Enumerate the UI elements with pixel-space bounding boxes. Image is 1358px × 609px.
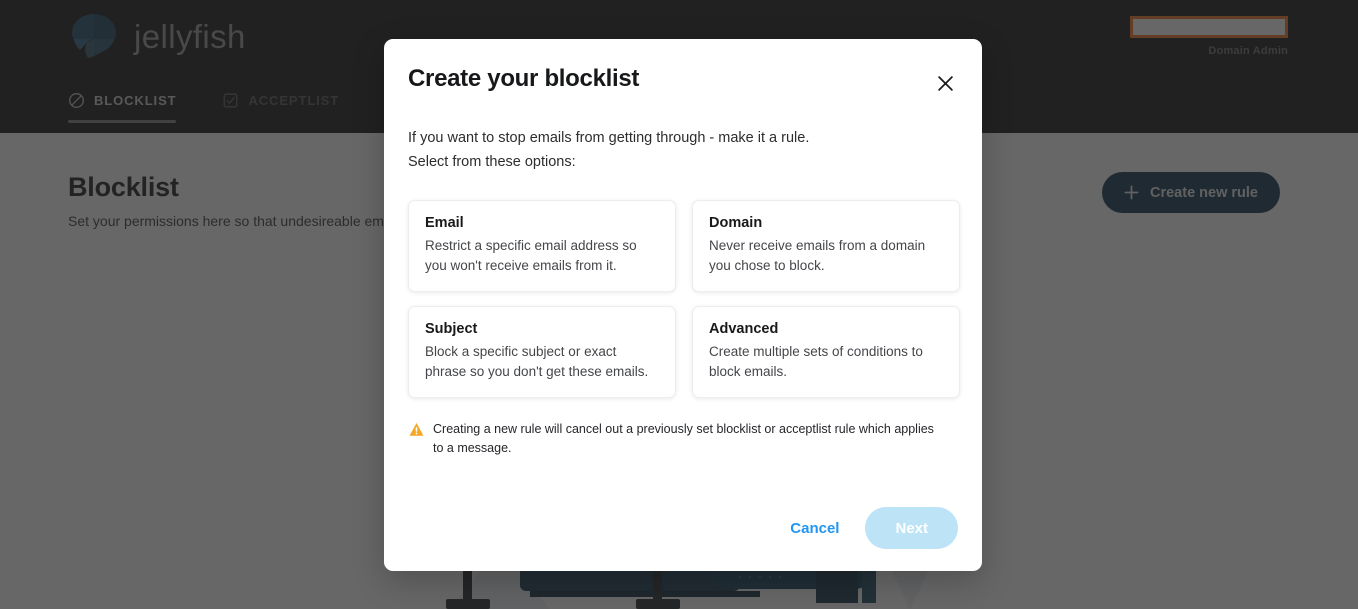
warning-banner: Creating a new rule will cancel out a pr… [408,420,958,457]
option-title-advanced: Advanced [709,321,779,337]
close-modal-button[interactable] [930,68,960,98]
option-description-subject: Block a specific subject or exact phrase… [425,344,649,379]
option-card-advanced[interactable]: Advanced Create multiple sets of conditi… [692,306,960,398]
modal-title: Create your blocklist [408,65,640,92]
next-button[interactable]: Next [865,507,958,549]
warning-text: Creating a new rule will cancel out a pr… [433,422,934,455]
option-card-subject[interactable]: Subject Block a specific subject or exac… [408,306,676,398]
close-icon [937,75,953,91]
warning-triangle-icon [409,422,424,436]
create-blocklist-modal: Create your blocklist If you want to sto… [384,39,982,571]
option-card-domain[interactable]: Domain Never receive emails from a domai… [692,200,960,292]
cancel-button[interactable]: Cancel [774,510,855,547]
option-title-email: Email [425,215,464,231]
option-title-domain: Domain [709,215,763,231]
option-description-domain: Never receive emails from a domain you c… [709,238,926,273]
modal-intro-line-2: Select from these options: [408,153,576,170]
option-card-email[interactable]: Email Restrict a specific email address … [408,200,676,292]
modal-footer: Cancel Next [774,507,958,549]
option-description-advanced: Create multiple sets of conditions to bl… [709,344,923,379]
modal-intro-text: If you want to stop emails from getting … [408,127,958,174]
option-description-email: Restrict a specific email address so you… [425,238,637,273]
modal-header: Create your blocklist [408,39,958,98]
option-title-subject: Subject [425,321,478,337]
rule-type-options: Email Restrict a specific email address … [408,200,960,398]
modal-intro-line-1: If you want to stop emails from getting … [408,130,810,146]
